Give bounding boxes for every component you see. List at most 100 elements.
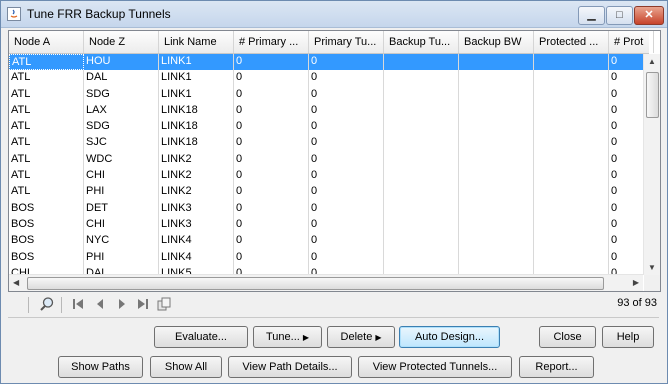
- cell-node-z[interactable]: SDG: [84, 86, 159, 103]
- cell-protected[interactable]: [534, 233, 609, 250]
- cell-primary-tunnels[interactable]: 0: [309, 70, 384, 87]
- cell-primary-tunnels[interactable]: 0: [309, 151, 384, 169]
- cell-node-a[interactable]: ATL: [9, 70, 84, 87]
- maximize-button[interactable]: □: [606, 6, 633, 25]
- help-button[interactable]: Help: [602, 326, 654, 348]
- cell-node-z[interactable]: SDG: [84, 119, 159, 136]
- copy-records-icon[interactable]: [156, 296, 172, 312]
- column-header-primary-tunnels[interactable]: Primary Tu...: [309, 31, 384, 53]
- column-header-primary-count[interactable]: # Primary ...: [234, 31, 309, 53]
- cell-backup-tunnels[interactable]: [384, 54, 459, 71]
- cell-primary-count[interactable]: 0: [234, 54, 309, 71]
- table-row[interactable]: ATL PHI LINK2 0 0 0: [9, 184, 654, 201]
- cell-backup-tunnels[interactable]: [384, 70, 459, 87]
- cell-node-z[interactable]: DAL: [84, 70, 159, 87]
- column-header-protected[interactable]: Protected ...: [534, 31, 609, 53]
- table-row[interactable]: ATL HOU LINK1 0 0 0: [9, 54, 654, 71]
- table-row[interactable]: ATL WDC LINK2 0 0 0: [9, 151, 654, 169]
- cell-node-z[interactable]: LAX: [84, 102, 159, 120]
- cell-link-name[interactable]: LINK18: [159, 119, 234, 136]
- horizontal-scroll-thumb[interactable]: [27, 277, 604, 290]
- cell-link-name[interactable]: LINK3: [159, 216, 234, 234]
- cell-node-a[interactable]: ATL: [9, 184, 84, 201]
- cell-node-a[interactable]: ATL: [9, 102, 84, 120]
- cell-link-name[interactable]: LINK1: [159, 70, 234, 87]
- cell-node-a[interactable]: ATL: [9, 151, 84, 169]
- cell-protected[interactable]: [534, 54, 609, 71]
- cell-protected[interactable]: [534, 216, 609, 234]
- cell-node-z[interactable]: CHI: [84, 168, 159, 185]
- table-body[interactable]: ATL HOU LINK1 0 0 0 ATL DAL LINK1 0 0 0 ATL SDG LINK1 0…: [9, 54, 654, 283]
- cell-backup-bw[interactable]: [459, 86, 534, 103]
- cell-backup-bw[interactable]: [459, 216, 534, 234]
- cell-primary-tunnels[interactable]: 0: [309, 184, 384, 201]
- cell-link-name[interactable]: LINK18: [159, 135, 234, 152]
- cell-node-z[interactable]: HOU: [84, 54, 159, 71]
- cell-link-name[interactable]: LINK3: [159, 200, 234, 217]
- table-row[interactable]: ATL SJC LINK18 0 0 0: [9, 135, 654, 152]
- table-row[interactable]: ATL LAX LINK18 0 0 0: [9, 102, 654, 120]
- cell-protected[interactable]: [534, 151, 609, 169]
- cell-node-a[interactable]: ATL: [9, 168, 84, 185]
- cell-node-a[interactable]: ATL: [9, 86, 84, 103]
- cell-backup-bw[interactable]: [459, 249, 534, 266]
- scroll-down-icon[interactable]: ▼: [648, 263, 656, 272]
- cell-backup-tunnels[interactable]: [384, 102, 459, 120]
- cell-protected[interactable]: [534, 102, 609, 120]
- last-record-icon[interactable]: [135, 296, 151, 312]
- table-row[interactable]: ATL CHI LINK2 0 0 0: [9, 168, 654, 185]
- cell-backup-tunnels[interactable]: [384, 200, 459, 217]
- cell-primary-count[interactable]: 0: [234, 200, 309, 217]
- title-bar[interactable]: Tune FRR Backup Tunnels ▁ □ ✕: [1, 1, 667, 28]
- column-header-node-a[interactable]: Node A: [9, 31, 84, 53]
- cell-backup-tunnels[interactable]: [384, 151, 459, 169]
- vertical-scroll-thumb[interactable]: [646, 72, 659, 118]
- column-header-link-name[interactable]: Link Name: [159, 31, 234, 53]
- cell-primary-tunnels[interactable]: 0: [309, 168, 384, 185]
- cell-backup-bw[interactable]: [459, 168, 534, 185]
- cell-primary-tunnels[interactable]: 0: [309, 86, 384, 103]
- previous-record-icon[interactable]: [92, 296, 108, 312]
- scroll-right-icon[interactable]: ▶: [633, 278, 639, 287]
- tune-button[interactable]: Tune... ▶: [253, 326, 322, 348]
- cell-node-a[interactable]: ATL: [9, 54, 84, 71]
- cell-backup-bw[interactable]: [459, 70, 534, 87]
- cell-node-z[interactable]: PHI: [84, 184, 159, 201]
- cell-node-z[interactable]: SJC: [84, 135, 159, 152]
- cell-primary-tunnels[interactable]: 0: [309, 249, 384, 266]
- cell-protected[interactable]: [534, 249, 609, 266]
- scroll-left-icon[interactable]: ◀: [13, 278, 19, 287]
- cell-backup-bw[interactable]: [459, 233, 534, 250]
- cell-backup-tunnels[interactable]: [384, 249, 459, 266]
- cell-node-a[interactable]: BOS: [9, 249, 84, 266]
- cell-backup-bw[interactable]: [459, 135, 534, 152]
- cell-primary-count[interactable]: 0: [234, 70, 309, 87]
- column-header-backup-bw[interactable]: Backup BW: [459, 31, 534, 53]
- cell-backup-bw[interactable]: [459, 119, 534, 136]
- cell-link-name[interactable]: LINK4: [159, 249, 234, 266]
- cell-backup-tunnels[interactable]: [384, 135, 459, 152]
- show-paths-button[interactable]: Show Paths: [58, 356, 143, 378]
- cell-backup-tunnels[interactable]: [384, 216, 459, 234]
- cell-primary-tunnels[interactable]: 0: [309, 216, 384, 234]
- cell-protected[interactable]: [534, 168, 609, 185]
- report-button[interactable]: Report...: [519, 356, 594, 378]
- cell-link-name[interactable]: LINK2: [159, 168, 234, 185]
- cell-primary-tunnels[interactable]: 0: [309, 233, 384, 250]
- cell-primary-count[interactable]: 0: [234, 102, 309, 120]
- column-header-protected-count[interactable]: # Prot: [609, 31, 654, 53]
- cell-primary-tunnels[interactable]: 0: [309, 135, 384, 152]
- cell-primary-tunnels[interactable]: 0: [309, 119, 384, 136]
- cell-backup-bw[interactable]: [459, 151, 534, 169]
- horizontal-scrollbar[interactable]: ◀ ▶: [9, 274, 643, 291]
- cell-primary-count[interactable]: 0: [234, 249, 309, 266]
- cell-node-z[interactable]: DET: [84, 200, 159, 217]
- tunnels-table[interactable]: Node A Node Z Link Name # Primary ... Primar…: [8, 30, 661, 292]
- search-icon[interactable]: [39, 296, 55, 312]
- delete-button[interactable]: Delete ▶: [327, 326, 395, 348]
- cell-link-name[interactable]: LINK2: [159, 151, 234, 169]
- cell-backup-tunnels[interactable]: [384, 233, 459, 250]
- table-row[interactable]: BOS PHI LINK4 0 0 0: [9, 249, 654, 266]
- auto-design-button[interactable]: Auto Design...: [399, 326, 500, 348]
- table-row[interactable]: BOS DET LINK3 0 0 0: [9, 200, 654, 217]
